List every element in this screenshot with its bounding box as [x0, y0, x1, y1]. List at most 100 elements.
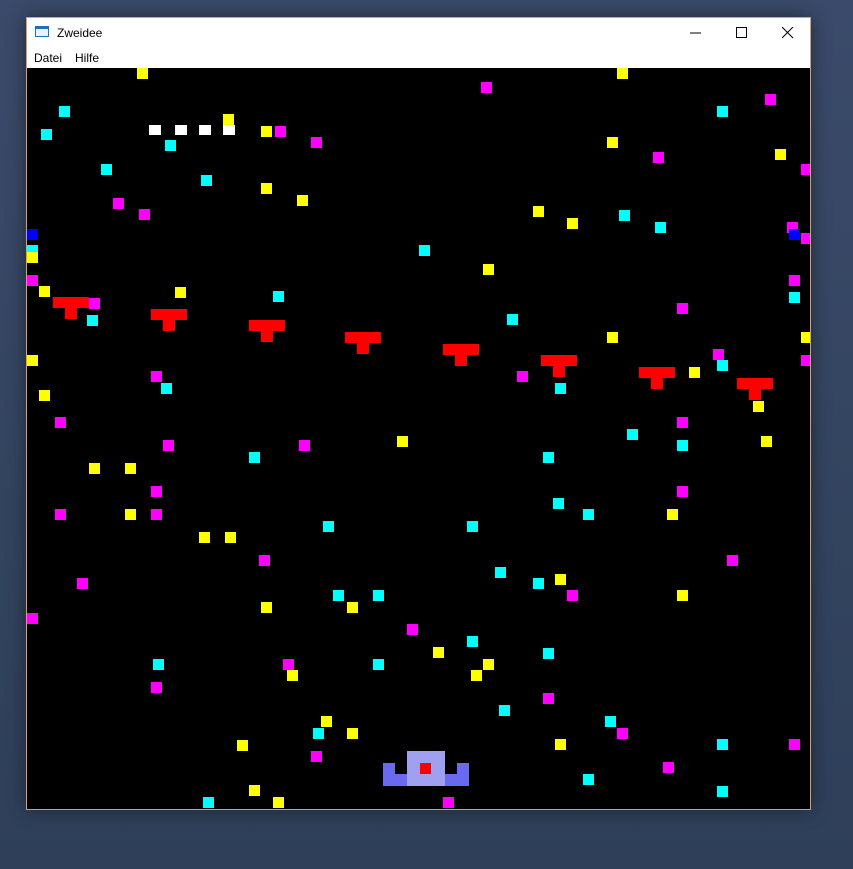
enemy-ship-stem: [65, 308, 77, 319]
enemy-ship: [639, 367, 675, 378]
cyan-star: [495, 567, 506, 578]
menu-hilfe[interactable]: Hilfe: [75, 51, 99, 65]
cyan-star: [555, 383, 566, 394]
minimize-button[interactable]: [673, 18, 719, 48]
enemy-ship: [249, 320, 285, 331]
cyan-star: [419, 245, 430, 256]
magenta-star: [163, 440, 174, 451]
enemy-ship: [53, 297, 89, 308]
yellow-star: [225, 532, 236, 543]
close-button[interactable]: [765, 18, 811, 48]
magenta-star: [139, 209, 150, 220]
magenta-star: [311, 751, 322, 762]
magenta-star: [567, 590, 578, 601]
cyan-star: [41, 129, 52, 140]
game-canvas[interactable]: [27, 68, 810, 809]
yellow-star: [801, 332, 810, 343]
magenta-star: [713, 349, 724, 360]
cyan-star: [373, 659, 384, 670]
magenta-star: [517, 371, 528, 382]
cyan-star: [789, 292, 800, 303]
title-bar[interactable]: Zweidee: [27, 18, 810, 48]
yellow-star: [199, 532, 210, 543]
enemy-ship-stem: [261, 331, 273, 342]
player-ship-right-base: [445, 774, 457, 786]
minimize-icon: [690, 32, 701, 34]
cyan-star: [273, 291, 284, 302]
yellow-star: [237, 740, 248, 751]
enemy-ship-stem: [357, 343, 369, 354]
blue-star: [27, 229, 38, 240]
magenta-star: [653, 152, 664, 163]
magenta-star: [27, 613, 38, 624]
maximize-button[interactable]: [719, 18, 765, 48]
white-block: [223, 125, 235, 135]
magenta-star: [407, 624, 418, 635]
yellow-star: [689, 367, 700, 378]
cyan-star: [543, 648, 554, 659]
magenta-star: [311, 137, 322, 148]
yellow-star: [39, 286, 50, 297]
enemy-ship: [541, 355, 577, 366]
magenta-star: [801, 355, 810, 366]
cyan-star: [201, 175, 212, 186]
enemy-ship: [345, 332, 381, 343]
enemy-ship: [443, 344, 479, 355]
cyan-star: [59, 106, 70, 117]
close-icon: [782, 27, 794, 39]
enemy-ship-stem: [651, 378, 663, 389]
yellow-star: [761, 436, 772, 447]
cyan-star: [543, 452, 554, 463]
cyan-star: [533, 578, 544, 589]
cyan-star: [203, 797, 214, 808]
magenta-star: [443, 797, 454, 808]
maximize-icon: [736, 27, 747, 38]
menu-datei[interactable]: Datei: [34, 51, 62, 65]
yellow-star: [125, 463, 136, 474]
magenta-star: [677, 417, 688, 428]
magenta-star: [151, 682, 162, 693]
magenta-star: [113, 198, 124, 209]
app-window: Zweidee Datei Hilfe: [26, 17, 811, 810]
cyan-star: [467, 521, 478, 532]
player-ship-left-wing: [383, 763, 395, 786]
magenta-star: [55, 509, 66, 520]
cyan-star: [583, 509, 594, 520]
cyan-star: [165, 140, 176, 151]
player-ship-core: [420, 763, 431, 774]
yellow-star: [137, 68, 148, 79]
magenta-star: [259, 555, 270, 566]
magenta-star: [89, 298, 100, 309]
yellow-star: [27, 355, 38, 366]
yellow-star: [125, 509, 136, 520]
window-title: Zweidee: [57, 26, 103, 40]
white-block: [199, 125, 211, 135]
cyan-star: [717, 739, 728, 750]
yellow-star: [89, 463, 100, 474]
magenta-star: [275, 126, 286, 137]
magenta-star: [765, 94, 776, 105]
yellow-star: [273, 797, 284, 808]
magenta-star: [151, 486, 162, 497]
cyan-star: [499, 705, 510, 716]
yellow-star: [567, 218, 578, 229]
yellow-star: [287, 670, 298, 681]
magenta-star: [801, 164, 810, 175]
enemy-ship-stem: [455, 355, 467, 366]
cyan-star: [553, 498, 564, 509]
cyan-star: [87, 315, 98, 326]
enemy-ship-stem: [749, 389, 761, 400]
yellow-star: [321, 716, 332, 727]
cyan-star: [627, 429, 638, 440]
magenta-star: [481, 82, 492, 93]
cyan-star: [717, 786, 728, 797]
yellow-star: [223, 114, 234, 125]
cyan-star: [323, 521, 334, 532]
yellow-star: [261, 183, 272, 194]
yellow-star: [175, 287, 186, 298]
magenta-star: [617, 728, 628, 739]
window-icon: [35, 26, 49, 37]
cyan-star: [467, 636, 478, 647]
game-field: [27, 68, 810, 808]
enemy-ship-stem: [553, 366, 565, 377]
